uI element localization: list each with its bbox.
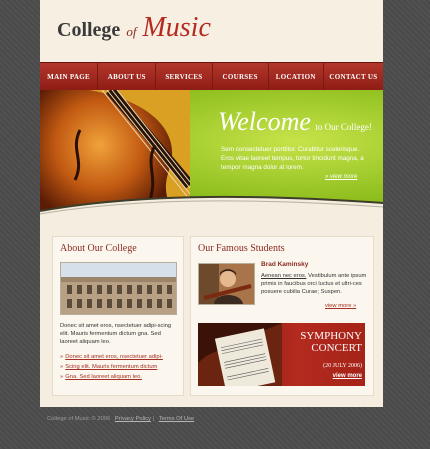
about-link-1-label: Donec sit amet eros, nsectetuer adipi-: [65, 354, 163, 360]
nav-about-us[interactable]: ABOUT US: [98, 63, 157, 90]
student-photo: [198, 263, 255, 305]
nav-main-page[interactable]: MAIN PAGE: [40, 63, 99, 90]
about-link-2[interactable]: » Scing elit. Mauris fermentum dictum: [60, 362, 182, 372]
logo[interactable]: College of Music: [57, 12, 211, 44]
college-building-image: [60, 262, 177, 315]
concert-date: (20 JULY 2006): [323, 363, 362, 369]
student-text: Aenean nec eros. Vestibulum ante ipsum p…: [261, 272, 367, 296]
about-link-1[interactable]: » Donec sit amet eros, nsectetuer adipi-: [60, 352, 182, 362]
page-container: College of Music MAIN PAGE ABOUT US SERV…: [40, 0, 383, 407]
about-links: » Donec sit amet eros, nsectetuer adipi- …: [60, 352, 182, 382]
student-text-link[interactable]: Aenean nec eros.: [261, 273, 306, 279]
nav-courses[interactable]: COURSES: [213, 63, 269, 90]
hero-view-more-label: view more: [330, 174, 358, 180]
logo-word-of: of: [126, 24, 137, 39]
footer: College of Music © 2006 Privacy Policy |…: [47, 416, 194, 422]
about-title: About Our College: [60, 243, 137, 254]
logo-word-music: Music: [142, 12, 211, 43]
footer-terms-link[interactable]: Terms Of Use: [159, 416, 194, 422]
students-view-more-label: view more: [325, 303, 352, 309]
main-nav: MAIN PAGE ABOUT US SERVICES COURSES LOCA…: [40, 62, 383, 91]
concert-title-line1: SYMPHONY: [300, 330, 362, 342]
concert-view-more-link[interactable]: view more: [282, 373, 362, 379]
student-name: Brad Kaminsky: [261, 261, 309, 268]
welcome-sub: to Our College!: [315, 122, 372, 132]
about-text: Donec sit amet eros, nsectetuer adipi-sc…: [60, 323, 172, 345]
hero-text: Sem consectetuer porttitor. Curabitur sc…: [221, 146, 364, 171]
sheet-music-image: [198, 323, 282, 386]
arrow-icon: »: [60, 354, 64, 360]
footer-privacy-link[interactable]: Privacy Policy: [115, 416, 151, 422]
footer-copyright: College of Music © 2006: [47, 416, 111, 422]
about-link-3[interactable]: » Gna. Sed laoreet aliquam leo.: [60, 372, 182, 382]
welcome-word: Welcome: [218, 107, 311, 136]
concert-title-line2: CONCERT: [311, 342, 362, 354]
header: College of Music: [40, 0, 383, 63]
arrow-icon: »: [60, 374, 64, 380]
about-link-3-label: Gna. Sed laoreet aliquam leo.: [65, 374, 142, 380]
footer-separator: |: [152, 416, 155, 422]
nav-services[interactable]: SERVICES: [156, 63, 213, 90]
students-title: Our Famous Students: [198, 243, 285, 254]
concert-title: SYMPHONY CONCERT: [282, 330, 362, 354]
hero-view-more-link[interactable]: » view more: [325, 174, 357, 180]
students-view-more-link[interactable]: view more »: [325, 303, 356, 309]
nav-location[interactable]: LOCATION: [269, 63, 324, 90]
logo-word-college: College: [57, 19, 121, 41]
hero-wave-divider: [40, 195, 383, 218]
arrow-icon: »: [60, 364, 64, 370]
about-link-2-label: Scing elit. Mauris fermentum dictum: [65, 364, 158, 370]
nav-contact-us[interactable]: CONTACT US: [324, 63, 383, 90]
students-panel: Our Famous Students Brad Kaminsky Aenean…: [190, 236, 374, 396]
about-panel: About Our College Donec sit amet eros, n…: [52, 236, 184, 396]
welcome-heading: Welcome to Our College!: [218, 107, 372, 137]
hero-banner: Welcome to Our College! Sem consectetuer…: [40, 90, 383, 218]
concert-banner[interactable]: SYMPHONY CONCERT (20 JULY 2006) view mor…: [198, 323, 365, 386]
